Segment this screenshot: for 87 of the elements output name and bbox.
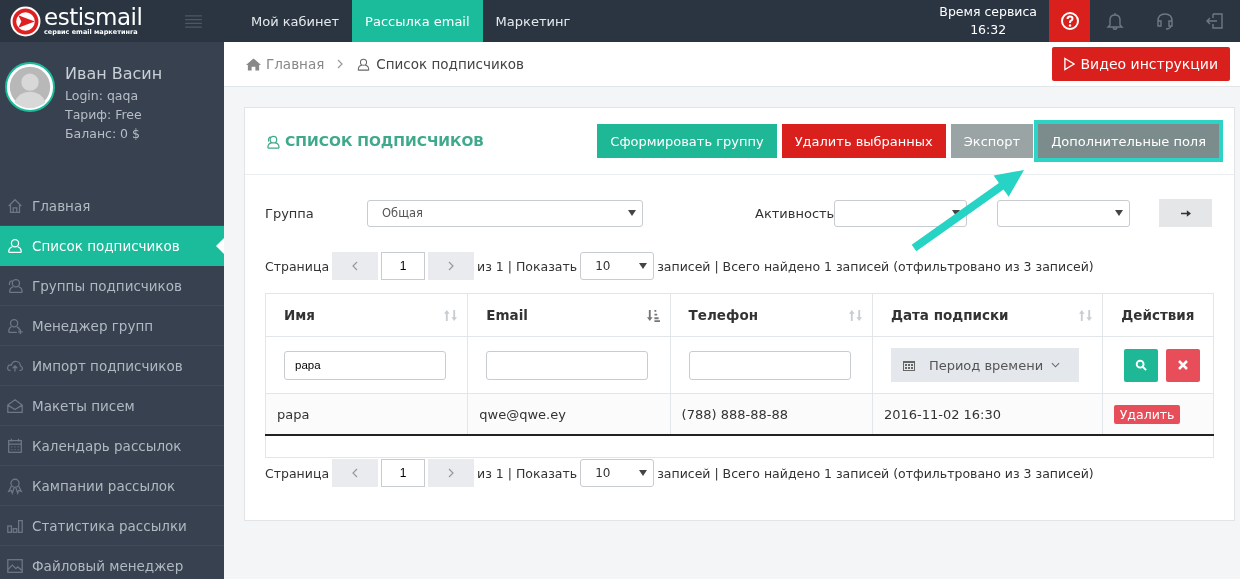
arrow-right-icon — [1180, 208, 1191, 218]
column-header[interactable]: Email — [467, 293, 671, 337]
column-header[interactable]: Действия — [1102, 293, 1214, 337]
page-field[interactable]: 1 — [381, 252, 426, 280]
caret-icon — [639, 263, 648, 269]
name-filter-field[interactable]: papa — [284, 350, 446, 380]
activity-label: Активность — [755, 205, 835, 221]
next-page-button[interactable] — [428, 459, 475, 487]
records-summary: записей | Всего найдено 1 записей (отфильтровано из 3 записей) — [657, 465, 1094, 481]
breadcrumb-current: Список подписчиков — [376, 56, 525, 72]
chevron-right-icon — [448, 467, 455, 478]
sort-icon[interactable] — [848, 308, 862, 322]
chevron-down-icon — [1051, 362, 1061, 368]
search-icon — [1134, 359, 1147, 371]
column-header[interactable]: Имя — [265, 293, 468, 337]
calendar-icon — [6, 436, 24, 455]
action-button[interactable]: Удалить выбранных — [781, 124, 946, 158]
image-icon — [6, 556, 24, 575]
previous-page-button[interactable] — [332, 252, 379, 280]
caret-icon — [639, 470, 648, 476]
page-field[interactable]: 1 — [381, 459, 426, 487]
sort-icon[interactable] — [1078, 308, 1092, 322]
pager-label: Страница — [265, 258, 330, 274]
help-button[interactable] — [1049, 0, 1090, 42]
logo-name: estismail — [44, 6, 143, 30]
column-header[interactable]: Телефон — [670, 293, 873, 337]
records-summary: записей | Всего найдено 1 записей (отфильтровано из 3 записей) — [657, 258, 1094, 274]
apply-filter-button[interactable] — [1159, 199, 1213, 227]
phone-filter-field[interactable] — [688, 350, 851, 380]
bell-icon[interactable] — [1105, 11, 1125, 31]
period-button[interactable]: Период времени — [890, 348, 1079, 382]
user-tariff: Тариф: Free — [65, 106, 143, 124]
logo-icon — [10, 5, 41, 37]
video-instructions-button[interactable]: Видео инструкции — [1051, 47, 1230, 81]
users-icon — [265, 133, 280, 149]
sort-icon[interactable] — [444, 308, 458, 322]
activity-select[interactable] — [997, 199, 1131, 227]
caret-icon — [628, 210, 636, 216]
envelope-icon — [6, 396, 24, 415]
users-icon — [6, 276, 24, 295]
group-select[interactable]: Общая — [367, 199, 643, 227]
chevron-right-icon — [337, 59, 344, 69]
next-page-button[interactable] — [428, 252, 475, 280]
close-icon — [1176, 359, 1189, 371]
pager-total: из 1 | Показать — [477, 465, 578, 481]
sort-descending-icon[interactable] — [646, 308, 660, 322]
play-icon — [1063, 57, 1075, 71]
breadcrumb-link[interactable]: Главная — [266, 56, 325, 72]
user-login: Login: qaqa — [65, 87, 140, 105]
pager-label: Страница — [265, 465, 330, 481]
table-cell: papa — [265, 393, 468, 435]
table-cell: 2016-11-02 16:30 — [872, 393, 1103, 435]
page-size-select[interactable]: 10 — [580, 252, 655, 280]
table-cell: qwe@qwe.ey — [467, 393, 671, 435]
previous-page-button[interactable] — [332, 459, 379, 487]
nav-tab[interactable]: Мой кабинет — [238, 0, 353, 42]
help-icon — [1059, 11, 1080, 31]
group-label: Группа — [265, 205, 315, 221]
service-time-label: Время сервиса — [939, 3, 1037, 21]
column-header[interactable]: Дата подписки — [872, 293, 1103, 337]
email-filter-field[interactable] — [486, 350, 649, 380]
logout-icon[interactable] — [1205, 11, 1225, 31]
home-icon — [6, 196, 24, 215]
calendar-icon — [902, 359, 915, 371]
search-button[interactable] — [1123, 348, 1158, 382]
caret-icon — [1115, 210, 1124, 216]
user-icon — [356, 57, 372, 71]
delete-button[interactable]: Удалить — [1113, 404, 1181, 424]
card-title: СПИСОК ПОДПИСЧИКОВ — [285, 133, 485, 149]
headset-icon[interactable] — [1155, 11, 1175, 31]
service-time: 16:32 — [970, 21, 1007, 39]
user-balance: Баланс: 0 $ — [65, 125, 141, 143]
home-icon — [246, 57, 261, 71]
chevron-left-icon — [352, 467, 359, 478]
chevron-left-icon — [352, 260, 359, 271]
menu-icon[interactable] — [185, 14, 202, 28]
table-cell: (788) 888-88-88 — [670, 393, 873, 435]
pager-total: из 1 | Показать — [477, 258, 578, 274]
clear-button[interactable] — [1165, 348, 1200, 382]
chevron-right-icon — [448, 260, 455, 271]
award-icon — [6, 476, 24, 495]
user-icon — [6, 236, 24, 255]
avatar — [5, 62, 55, 112]
user-name: Иван Васин — [65, 63, 163, 85]
user-plus-icon — [6, 316, 24, 335]
nav-tab[interactable]: Маркетинг — [482, 0, 584, 42]
page-size-select[interactable]: 10 — [580, 459, 655, 487]
